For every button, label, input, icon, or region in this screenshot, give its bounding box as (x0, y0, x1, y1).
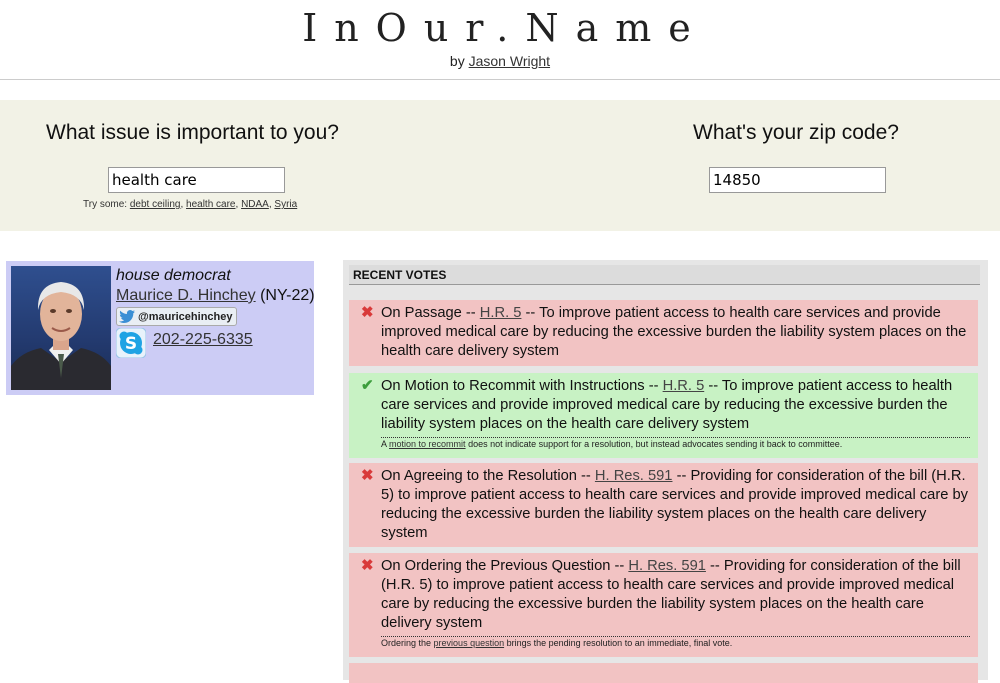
bill-link[interactable]: H.R. 5 (480, 305, 522, 321)
issue-suggestions: Try some: debt ceiling, health care, NDA… (83, 199, 298, 210)
bill-link[interactable]: H. Res. 591 (628, 558, 706, 574)
note-suffix: brings the pending resolution to an imme… (506, 638, 733, 648)
issue-question-label: What issue is important to you? (46, 121, 339, 144)
zip-input[interactable] (709, 167, 886, 193)
byline-prefix: by (449, 53, 465, 69)
vote-item: ✖ On Ordering the Previous Question -- H… (349, 553, 978, 657)
suggestion-link[interactable]: debt ceiling (130, 199, 181, 210)
twitter-bird-icon (119, 310, 135, 323)
twitter-handle: @mauricehinchey (138, 310, 233, 323)
bill-link[interactable]: H.R. 5 (663, 378, 705, 394)
representative-photo (11, 266, 111, 390)
twitter-button[interactable]: @mauricehinchey (116, 307, 238, 326)
note-link[interactable]: previous question (434, 638, 505, 648)
vote-motion: On Motion to Recommit with Instructions … (381, 378, 659, 394)
note-prefix: A (381, 439, 387, 449)
vote-item-partial (349, 663, 978, 683)
recent-votes-header: RECENT VOTES (349, 265, 980, 285)
svg-text:S: S (125, 334, 137, 354)
representative-name-line: Maurice D. Hinchey (NY-22) (116, 287, 315, 305)
vote-item: ✖ On Agreeing to the Resolution -- H. Re… (349, 463, 978, 547)
vote-item: ✖ On Passage -- H.R. 5 -- To improve pat… (349, 300, 978, 366)
author-link[interactable]: Jason Wright (469, 53, 550, 69)
vote-motion: On Ordering the Previous Question -- (381, 558, 625, 574)
note-link[interactable]: motion to recommit (389, 439, 466, 449)
vote-motion: On Passage -- (381, 305, 476, 321)
nay-x-icon: ✖ (361, 304, 374, 321)
vote-motion: On Agreeing to the Resolution -- (381, 468, 591, 484)
representative-role: house democrat (116, 267, 231, 284)
vote-note: A motion to recommit does not indicate s… (381, 437, 970, 453)
bill-link[interactable]: H. Res. 591 (595, 468, 673, 484)
representative-name-link[interactable]: Maurice D. Hinchey (116, 287, 256, 304)
suggestions-prefix: Try some: (83, 199, 128, 210)
suggestion-link[interactable]: health care (186, 199, 235, 210)
skype-icon[interactable]: S (115, 327, 147, 359)
representative-phone-link[interactable]: 202-225-6335 (153, 331, 253, 349)
question-band (0, 100, 1000, 231)
vote-note: Ordering the previous question brings th… (381, 636, 970, 652)
representative-portrait-image (11, 282, 111, 390)
note-suffix: does not indicate support for a resoluti… (468, 439, 843, 449)
representative-card: house democrat Maurice D. Hinchey (NY-22… (6, 261, 315, 395)
zip-question-label: What's your zip code? (693, 121, 899, 144)
nay-x-icon: ✖ (361, 467, 374, 484)
yea-check-icon: ✔ (361, 377, 374, 394)
site-title: InOur.Name (302, 6, 708, 50)
suggestion-link[interactable]: Syria (274, 199, 297, 210)
representative-district: (NY-22) (260, 287, 315, 304)
vote-item: ✔ On Motion to Recommit with Instruction… (349, 373, 978, 458)
issue-input[interactable] (108, 167, 285, 193)
note-prefix: Ordering the (381, 638, 432, 648)
recent-votes-panel: RECENT VOTES ✖ On Passage -- H.R. 5 -- T… (343, 260, 988, 683)
site-header: InOur.Name by Jason Wright (0, 0, 1000, 80)
byline: by Jason Wright (0, 53, 1000, 69)
suggestion-link[interactable]: NDAA (241, 199, 269, 210)
nay-x-icon: ✖ (361, 557, 374, 574)
